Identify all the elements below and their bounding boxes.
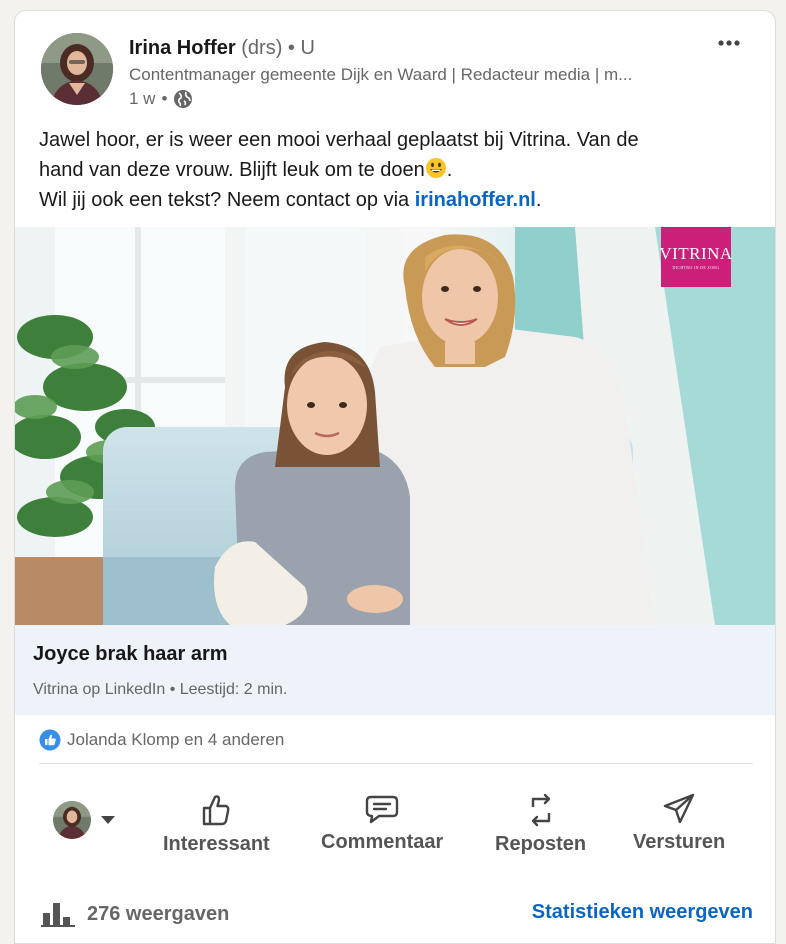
separator-dot: •: [161, 89, 168, 108]
connection-badge: U: [300, 37, 315, 59]
comment-button[interactable]: Commentaar: [321, 793, 443, 854]
comment-button-label: Commentaar: [321, 831, 444, 853]
post-text-line-2: hand van deze vrouw. Blijft leuk om te d…: [39, 155, 759, 185]
article-preview[interactable]: Joyce brak haar arm Vitrina op LinkedIn …: [15, 625, 775, 715]
article-title[interactable]: Joyce brak haar arm: [33, 641, 228, 667]
article-source: Vitrina op LinkedIn • Leestijd: 2 min.: [33, 681, 288, 698]
thumbs-up-icon: [203, 795, 230, 826]
views-text: 276 weergaven: [87, 902, 230, 925]
reactions-text: Jolanda Klomp en 4 anderen: [67, 730, 285, 749]
view-statistics-link[interactable]: Statistieken weergeven: [532, 901, 753, 924]
reactions-summary[interactable]: Jolanda Klomp en 4 anderen: [39, 725, 284, 755]
repost-button-label: Reposten: [495, 833, 587, 855]
post-text-line-1: Jawel hoor, er is weer een mooi verhaal …: [39, 129, 639, 151]
grinning-emoji-icon: [425, 157, 447, 179]
comment-icon: [365, 795, 399, 824]
repost-icon: [531, 793, 550, 827]
separator-dot: •: [287, 37, 295, 59]
caret-down-icon: [101, 816, 115, 824]
post-text-line-3-suffix: .: [535, 189, 542, 211]
vitrina-logo-subtext: DICHTBIJ IN DE ZORG: [672, 265, 720, 270]
post-text-line-2-end: .: [446, 159, 453, 181]
like-button[interactable]: Interessant: [163, 793, 270, 856]
like-button-label: Interessant: [163, 833, 270, 855]
post-time[interactable]: 1 w: [129, 87, 155, 111]
author-avatar[interactable]: [41, 33, 113, 105]
views-counter[interactable]: 276 weergaven: [41, 901, 229, 927]
reaction-identity-selector[interactable]: [53, 801, 115, 839]
website-link[interactable]: irinahoffer.nl: [415, 189, 536, 211]
post-text: Jawel hoor, er is weer een mooi verhaal …: [39, 125, 759, 215]
post-footer: 276 weergaven Statistieken weergeven: [15, 889, 775, 939]
send-button[interactable]: Versturen: [633, 793, 725, 854]
action-bar: Interessant Commentaar Reposten Versture…: [15, 771, 775, 871]
bar-chart-icon: [41, 903, 75, 927]
user-avatar: [53, 801, 91, 839]
author-name[interactable]: Irina Hoffer: [129, 37, 236, 59]
globe-icon: [173, 89, 193, 109]
repost-button[interactable]: Reposten: [495, 793, 586, 856]
post-text-line-3-prefix: Wil jij ook een tekst? Neem contact op v…: [39, 189, 415, 211]
vitrina-logo-text: VITRINA: [659, 244, 733, 263]
send-button-label: Versturen: [633, 831, 726, 853]
article-image[interactable]: VITRINA DICHTBIJ IN DE ZORG: [15, 227, 775, 625]
more-icon: [718, 40, 740, 46]
send-icon: [663, 793, 695, 824]
like-reaction-icon: [39, 729, 61, 751]
post-text-line-2-main: hand van deze vrouw. Blijft leuk om te d…: [39, 159, 425, 181]
author-degree: (drs): [241, 37, 283, 59]
more-options-button[interactable]: [711, 29, 747, 57]
divider: [39, 763, 753, 764]
author-headline: Contentmanager gemeente Dijk en Waard | …: [129, 65, 633, 84]
author-line: Irina Hoffer (drs) • U: [129, 35, 315, 61]
vitrina-logo: VITRINA DICHTBIJ IN DE ZORG: [659, 227, 733, 287]
post-card: Irina Hoffer (drs) • U Contentmanager ge…: [14, 10, 776, 944]
post-text-line-3: Wil jij ook een tekst? Neem contact op v…: [39, 185, 759, 215]
post-meta: 1 w •: [129, 87, 193, 111]
